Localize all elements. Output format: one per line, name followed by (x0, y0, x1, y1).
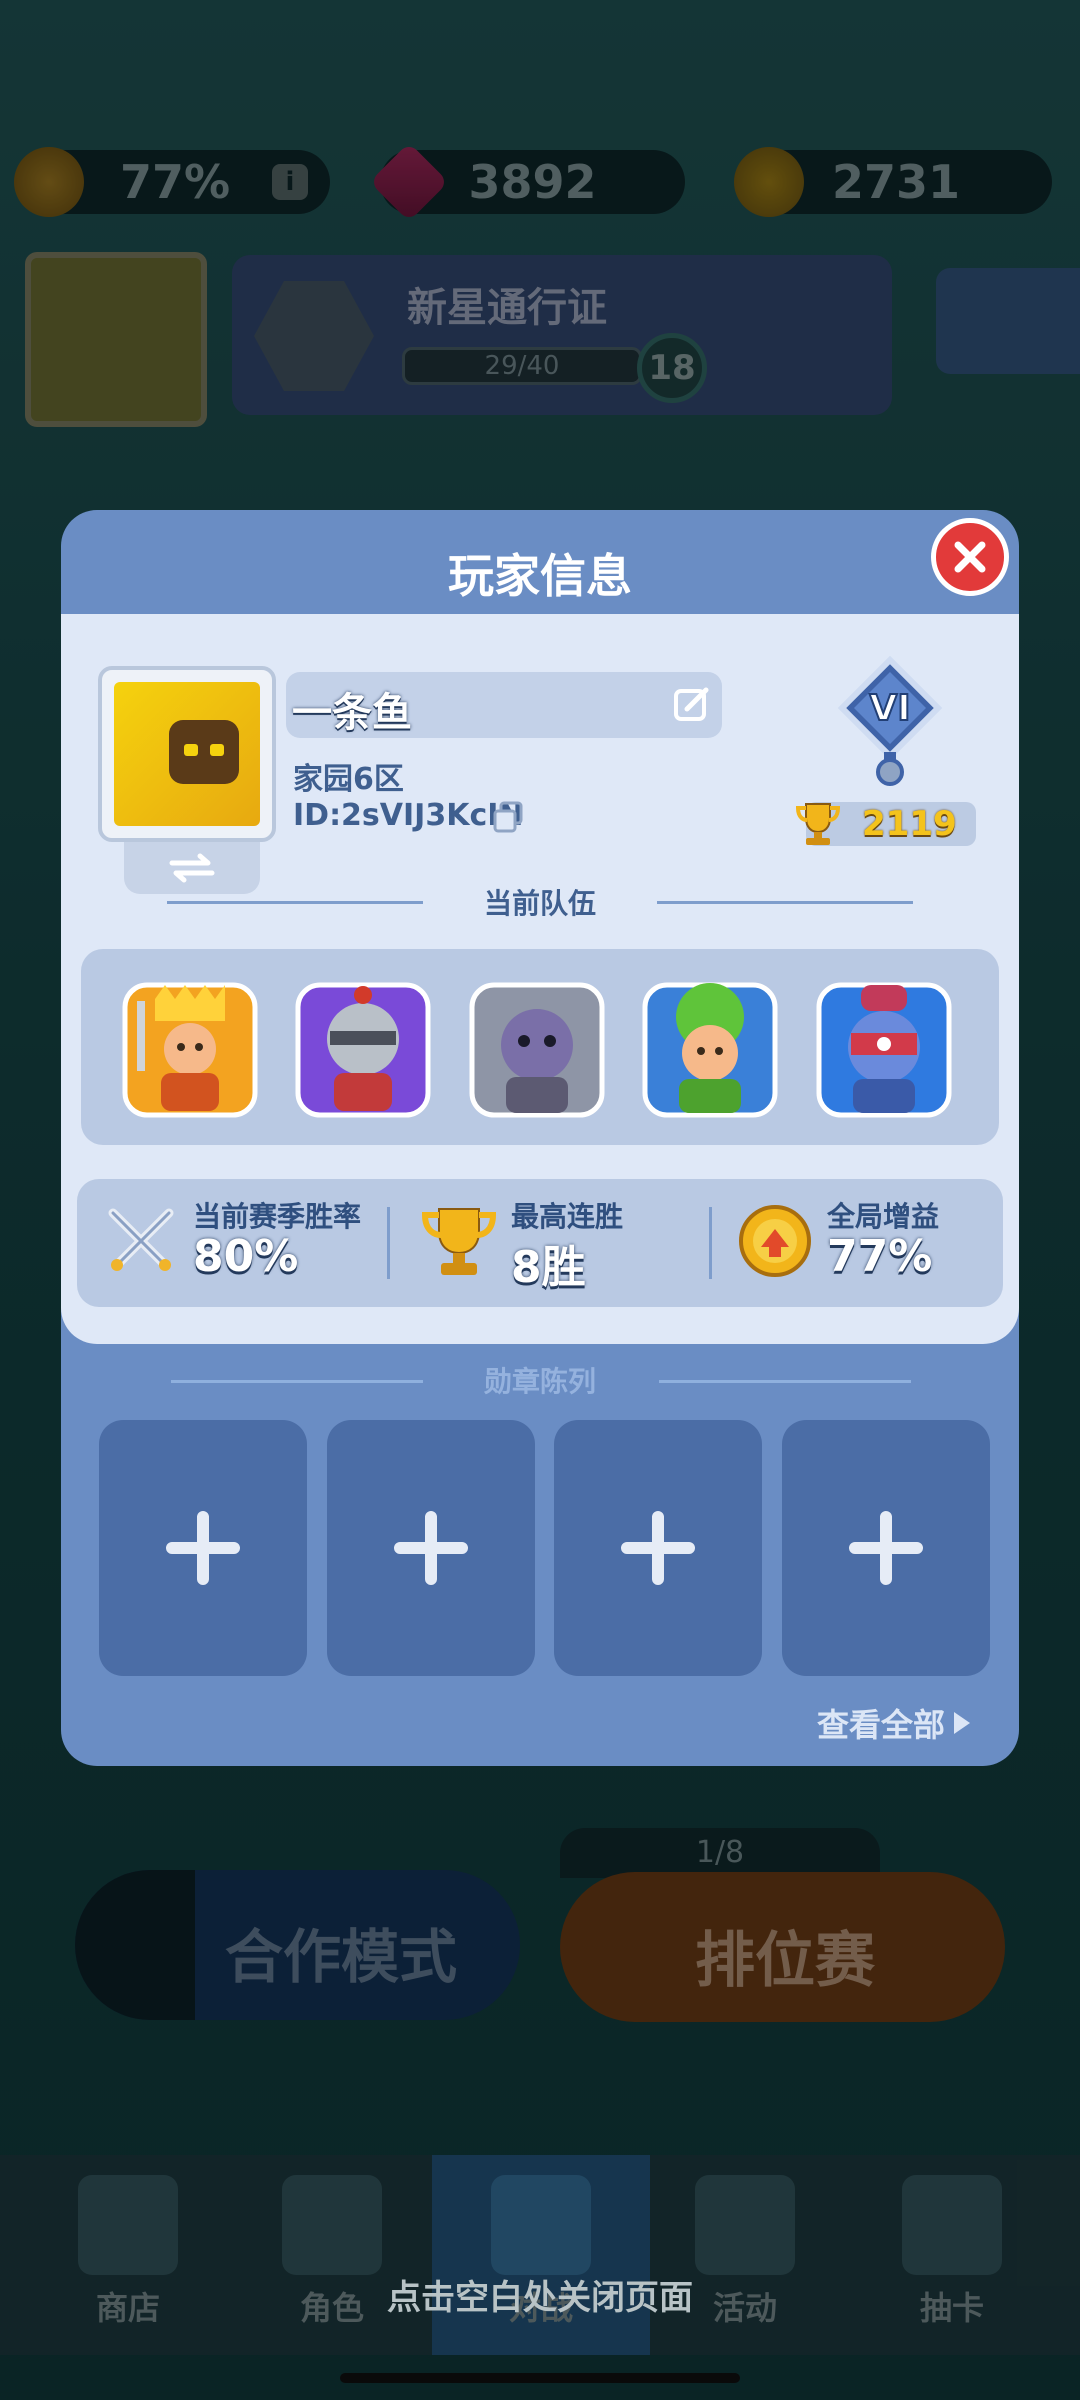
team-list (81, 949, 999, 1145)
close-icon (954, 541, 986, 573)
stat-label: 当前赛季胜率 (193, 1200, 362, 1233)
stat-win-rate: 当前赛季胜率 80% (101, 1179, 381, 1307)
swap-arrows-icon (169, 853, 215, 883)
close-button[interactable] (931, 518, 1009, 596)
team-section-title: 当前队伍 (483, 887, 596, 920)
view-all-button[interactable]: 查看全部 (817, 1700, 973, 1746)
trophy-icon (421, 1208, 497, 1275)
hero-knight[interactable] (294, 981, 432, 1119)
rank-badge-icon: VI (837, 656, 943, 786)
view-all-label: 查看全部 (816, 1706, 945, 1744)
home-indicator[interactable] (340, 2373, 740, 2383)
rank-label: VI (869, 688, 910, 729)
player-panel: 一条鱼 家园6区 ID:2sVIJ3KcIN VI 2119 当前队伍 当前赛季… (61, 614, 1019, 1344)
stat-global-gain: 全局增益 77% (735, 1179, 995, 1307)
play-arrow-icon (954, 1712, 970, 1734)
medal-section-title: 勋章陈列 (483, 1365, 596, 1398)
trophy-icon (795, 803, 841, 845)
player-name: 一条鱼 (292, 690, 412, 736)
player-id: ID:2sVIJ3KcIN (293, 798, 524, 833)
avatar-image (114, 682, 260, 826)
stat-label: 全局增益 (827, 1200, 940, 1233)
trophy-value: 2119 (862, 804, 957, 844)
plus-icon (394, 1511, 468, 1585)
stat-value: 8胜 (511, 1242, 586, 1293)
player-avatar[interactable] (98, 666, 276, 842)
divider (387, 1207, 390, 1279)
name-field: 一条鱼 (286, 672, 722, 738)
medal-slot[interactable] (782, 1420, 990, 1676)
divider (709, 1207, 712, 1279)
crossed-swords-icon (108, 1208, 174, 1271)
trophy-count: 2119 (795, 802, 976, 846)
hero-shadow[interactable] (468, 981, 606, 1119)
plus-icon (849, 1511, 923, 1585)
player-info-modal: 玩家信息 一条鱼 家园6区 ID:2sVIJ3KcIN VI 2119 当前队伍… (61, 510, 1019, 1766)
stat-label: 最高连胜 (511, 1200, 624, 1233)
hero-forest[interactable] (641, 981, 779, 1119)
medal-slot[interactable] (99, 1420, 307, 1676)
medal-slot[interactable] (554, 1420, 762, 1676)
hero-mystic[interactable] (815, 981, 953, 1119)
stats-panel: 当前赛季胜率 80% 最高连胜 8胜 全局增益 77% (77, 1179, 1003, 1307)
modal-title: 玩家信息 (448, 549, 632, 603)
plus-icon (166, 1511, 240, 1585)
close-hint: 点击空白处关闭页面 (387, 2278, 693, 2318)
plus-icon (621, 1511, 695, 1585)
stat-win-streak: 最高连胜 8胜 (419, 1179, 679, 1307)
hero-king[interactable] (121, 981, 259, 1119)
copy-icon[interactable] (491, 800, 525, 834)
server-name: 家园6区 (293, 762, 404, 797)
gain-badge-icon (739, 1205, 811, 1277)
stat-value: 77% (827, 1231, 933, 1282)
stat-value: 80% (193, 1231, 299, 1282)
edit-icon[interactable] (673, 686, 711, 724)
medal-slot[interactable] (327, 1420, 535, 1676)
